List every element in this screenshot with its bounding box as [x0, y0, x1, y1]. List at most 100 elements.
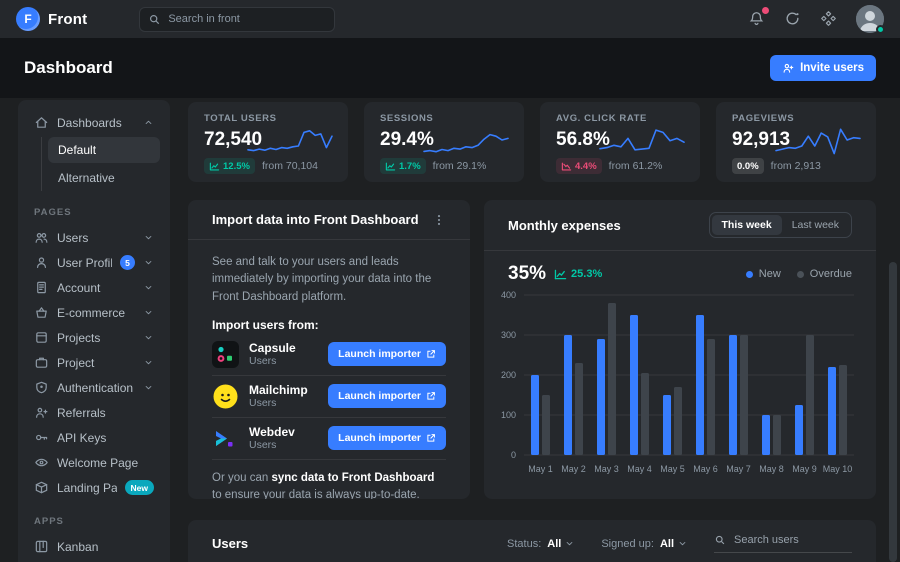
projects-icon — [34, 330, 49, 345]
sidebar-item-user-profile[interactable]: User Profile5 — [28, 250, 160, 275]
user-plus-icon — [782, 62, 794, 74]
users-search[interactable] — [714, 534, 852, 553]
invite-users-button[interactable]: Invite users — [770, 55, 876, 81]
sidebar-item-label: Dashboards — [57, 116, 135, 130]
notifications-button[interactable] — [748, 10, 766, 28]
launch-importer-button[interactable]: Launch importer — [328, 426, 446, 450]
sidebar-item-label: Account — [57, 281, 135, 295]
svg-text:100: 100 — [501, 410, 516, 420]
sidebar-item-e-commerce[interactable]: E-commerce — [28, 300, 160, 325]
legend-item-overdue[interactable]: Overdue — [797, 268, 852, 280]
import-subtitle: Import users from: — [212, 318, 446, 332]
page-title: Dashboard — [24, 58, 113, 78]
sparkline-chart — [596, 116, 688, 164]
sidebar-item-label: Project — [57, 356, 135, 370]
chevron-down-icon — [143, 357, 154, 368]
sidebar-item-account[interactable]: Account — [28, 275, 160, 300]
stat-change-badge: 1.7% — [380, 158, 426, 174]
sidebar-subitem-alternative[interactable]: Alternative — [48, 165, 160, 191]
stats-row: TOTAL USERS72,54012.5%from 70,104SESSION… — [188, 102, 876, 182]
chevron-down-icon — [143, 257, 154, 268]
launch-importer-button[interactable]: Launch importer — [328, 384, 446, 408]
legend-item-new[interactable]: New — [746, 268, 781, 280]
sidebar-item-projects[interactable]: Projects — [28, 325, 160, 350]
sidebar-item-label: E-commerce — [57, 306, 135, 320]
launch-importer-button[interactable]: Launch importer — [328, 342, 446, 366]
svg-text:May 7: May 7 — [726, 464, 751, 474]
toggle-last-week[interactable]: Last week — [782, 215, 849, 235]
chevron-up-icon — [143, 117, 154, 128]
sidebar-item-users[interactable]: Users — [28, 225, 160, 250]
chevron-down-icon — [143, 332, 154, 343]
sidebar-submenu: DefaultAlternative — [41, 137, 160, 191]
svg-text:May 6: May 6 — [693, 464, 718, 474]
sidebar-item-landing-page[interactable]: Landing PageNew — [28, 475, 160, 500]
notification-dot — [762, 7, 769, 14]
sync-data-link[interactable]: sync data to Front Dashboard — [271, 472, 434, 484]
sidebar-item-referrals[interactable]: Referrals — [28, 400, 160, 425]
sidebar-item-kanban[interactable]: Kanban — [28, 534, 160, 559]
sidebar-item-dashboards[interactable]: Dashboards — [28, 110, 160, 135]
import-row-name: Mailchimp — [249, 383, 308, 397]
sidebar-subitem-default[interactable]: Default — [48, 137, 160, 163]
monthly-expenses-card: Monthly expenses This weekLast week 35% … — [484, 200, 876, 499]
page-header: Dashboard Invite users — [0, 38, 900, 98]
key-icon — [34, 430, 49, 445]
import-description: See and talk to your users and leads imm… — [212, 254, 446, 306]
sidebar: DashboardsDefaultAlternativePAGESUsersUs… — [18, 100, 170, 562]
webdev-logo — [212, 425, 239, 452]
import-row-sub: Users — [249, 397, 308, 409]
mailchimp-logo — [212, 383, 239, 410]
activity-button[interactable] — [784, 10, 802, 28]
import-footer: Or you can sync data to Front Dashboard … — [212, 460, 446, 499]
scrollbar-thumb[interactable] — [889, 262, 897, 562]
sidebar-item-api-keys[interactable]: API Keys — [28, 425, 160, 450]
brand-name: Front — [48, 11, 87, 28]
users-filter-signedup: Signed up: All — [601, 538, 688, 550]
import-card-title: Import data into Front Dashboard — [212, 212, 419, 227]
import-row-sub: Users — [249, 355, 296, 367]
sidebar-item-label: Referrals — [57, 406, 154, 420]
activity-icon — [784, 10, 801, 27]
users-card: Users Status:All Signed up:All — [188, 520, 876, 562]
sidebar-item-authentication[interactable]: Authentication — [28, 375, 160, 400]
sidebar-item-label: Authentication — [57, 381, 135, 395]
chart-legend: New Overdue — [746, 268, 852, 280]
stat-change-badge: 4.4% — [556, 158, 602, 174]
sidebar-item-badge: New — [125, 480, 154, 495]
ellipsis-menu-icon[interactable] — [432, 213, 446, 227]
basket-icon — [34, 305, 49, 320]
svg-text:May 3: May 3 — [594, 464, 619, 474]
sparkline-chart — [772, 116, 864, 164]
import-row-name: Capsule — [249, 341, 296, 355]
svg-text:May 2: May 2 — [561, 464, 586, 474]
briefcase-icon — [34, 355, 49, 370]
toggle-this-week[interactable]: This week — [712, 215, 782, 235]
brand[interactable]: F Front — [16, 7, 87, 31]
expenses-percent: 35% — [508, 263, 546, 285]
apps-button[interactable] — [820, 10, 838, 28]
filter-label: Signed up: — [601, 538, 654, 550]
global-search[interactable] — [139, 7, 335, 32]
users-search-input[interactable] — [734, 534, 852, 546]
expenses-card-title: Monthly expenses — [508, 218, 621, 233]
account-menu[interactable] — [856, 5, 884, 33]
sidebar-item-welcome-page[interactable]: Welcome Page — [28, 450, 160, 475]
chevron-down-icon — [143, 232, 154, 243]
filter-value-dropdown[interactable]: All — [547, 538, 575, 550]
sidebar-item-project[interactable]: Project — [28, 350, 160, 375]
search-input[interactable] — [168, 13, 326, 25]
user-icon — [34, 255, 49, 270]
import-row-mailchimp: MailchimpUsers Launch importer — [212, 376, 446, 418]
box-icon — [34, 480, 49, 495]
sparkline-chart — [244, 116, 336, 164]
stat-card-sessions: SESSIONS29.4%1.7%from 29.1% — [364, 102, 524, 182]
sidebar-item-label: Welcome Page — [57, 456, 154, 470]
chart-up-icon — [554, 269, 567, 280]
chevron-down-icon — [143, 307, 154, 318]
stat-card-pageviews: PAGEVIEWS92,9130.0%from 2,913 — [716, 102, 876, 182]
import-row-webdev: WebdevUsersLaunch importer — [212, 418, 446, 460]
users-icon — [34, 230, 49, 245]
filter-value-dropdown[interactable]: All — [660, 538, 688, 550]
svg-text:200: 200 — [501, 370, 516, 380]
